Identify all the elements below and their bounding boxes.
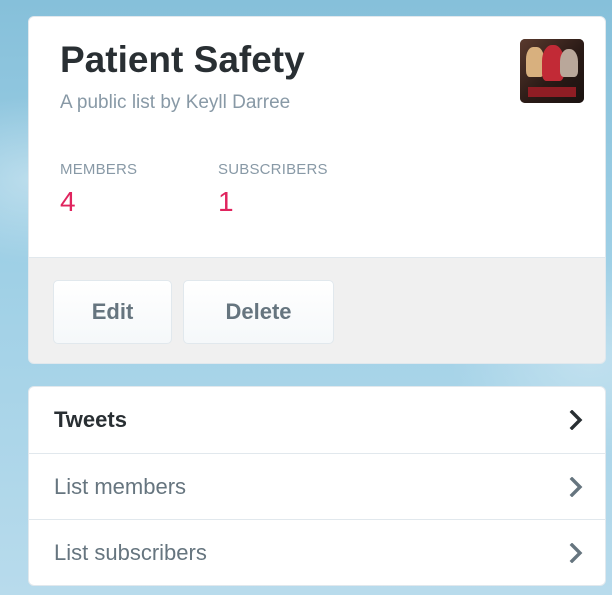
subscribers-stat[interactable]: SUBSCRIBERS 1 (218, 161, 328, 216)
chevron-right-icon (569, 476, 583, 497)
delete-button[interactable]: Delete (183, 280, 334, 344)
edit-button[interactable]: Edit (53, 280, 172, 344)
nav-item-list-members[interactable]: List members (29, 453, 605, 519)
nav-item-list-subscribers[interactable]: List subscribers (29, 519, 605, 585)
nav-item-label: List subscribers (54, 539, 207, 565)
list-nav: Tweets List members List subscribers (28, 386, 606, 586)
chevron-right-icon (569, 410, 583, 430)
nav-item-label: List members (54, 473, 187, 499)
list-header-card: Patient Safety A public list by Keyll Da… (28, 16, 606, 364)
byline-prefix: A public list by (60, 92, 181, 113)
subscribers-label: SUBSCRIBERS (218, 161, 328, 178)
owner-avatar[interactable] (520, 39, 584, 103)
nav-item-tweets[interactable]: Tweets (29, 387, 605, 453)
owner-name-link[interactable]: Keyll Darree (186, 92, 291, 113)
nav-item-label: Tweets (54, 407, 127, 432)
subscribers-count: 1 (218, 186, 234, 217)
list-info-panel: Patient Safety A public list by Keyll Da… (29, 17, 605, 258)
list-title: Patient Safety (60, 39, 305, 80)
list-byline: A public list by Keyll Darree (60, 92, 290, 114)
chevron-right-icon (569, 542, 583, 563)
members-label: MEMBERS (60, 161, 138, 178)
members-stat[interactable]: MEMBERS 4 (60, 161, 137, 216)
members-count: 4 (60, 186, 76, 217)
